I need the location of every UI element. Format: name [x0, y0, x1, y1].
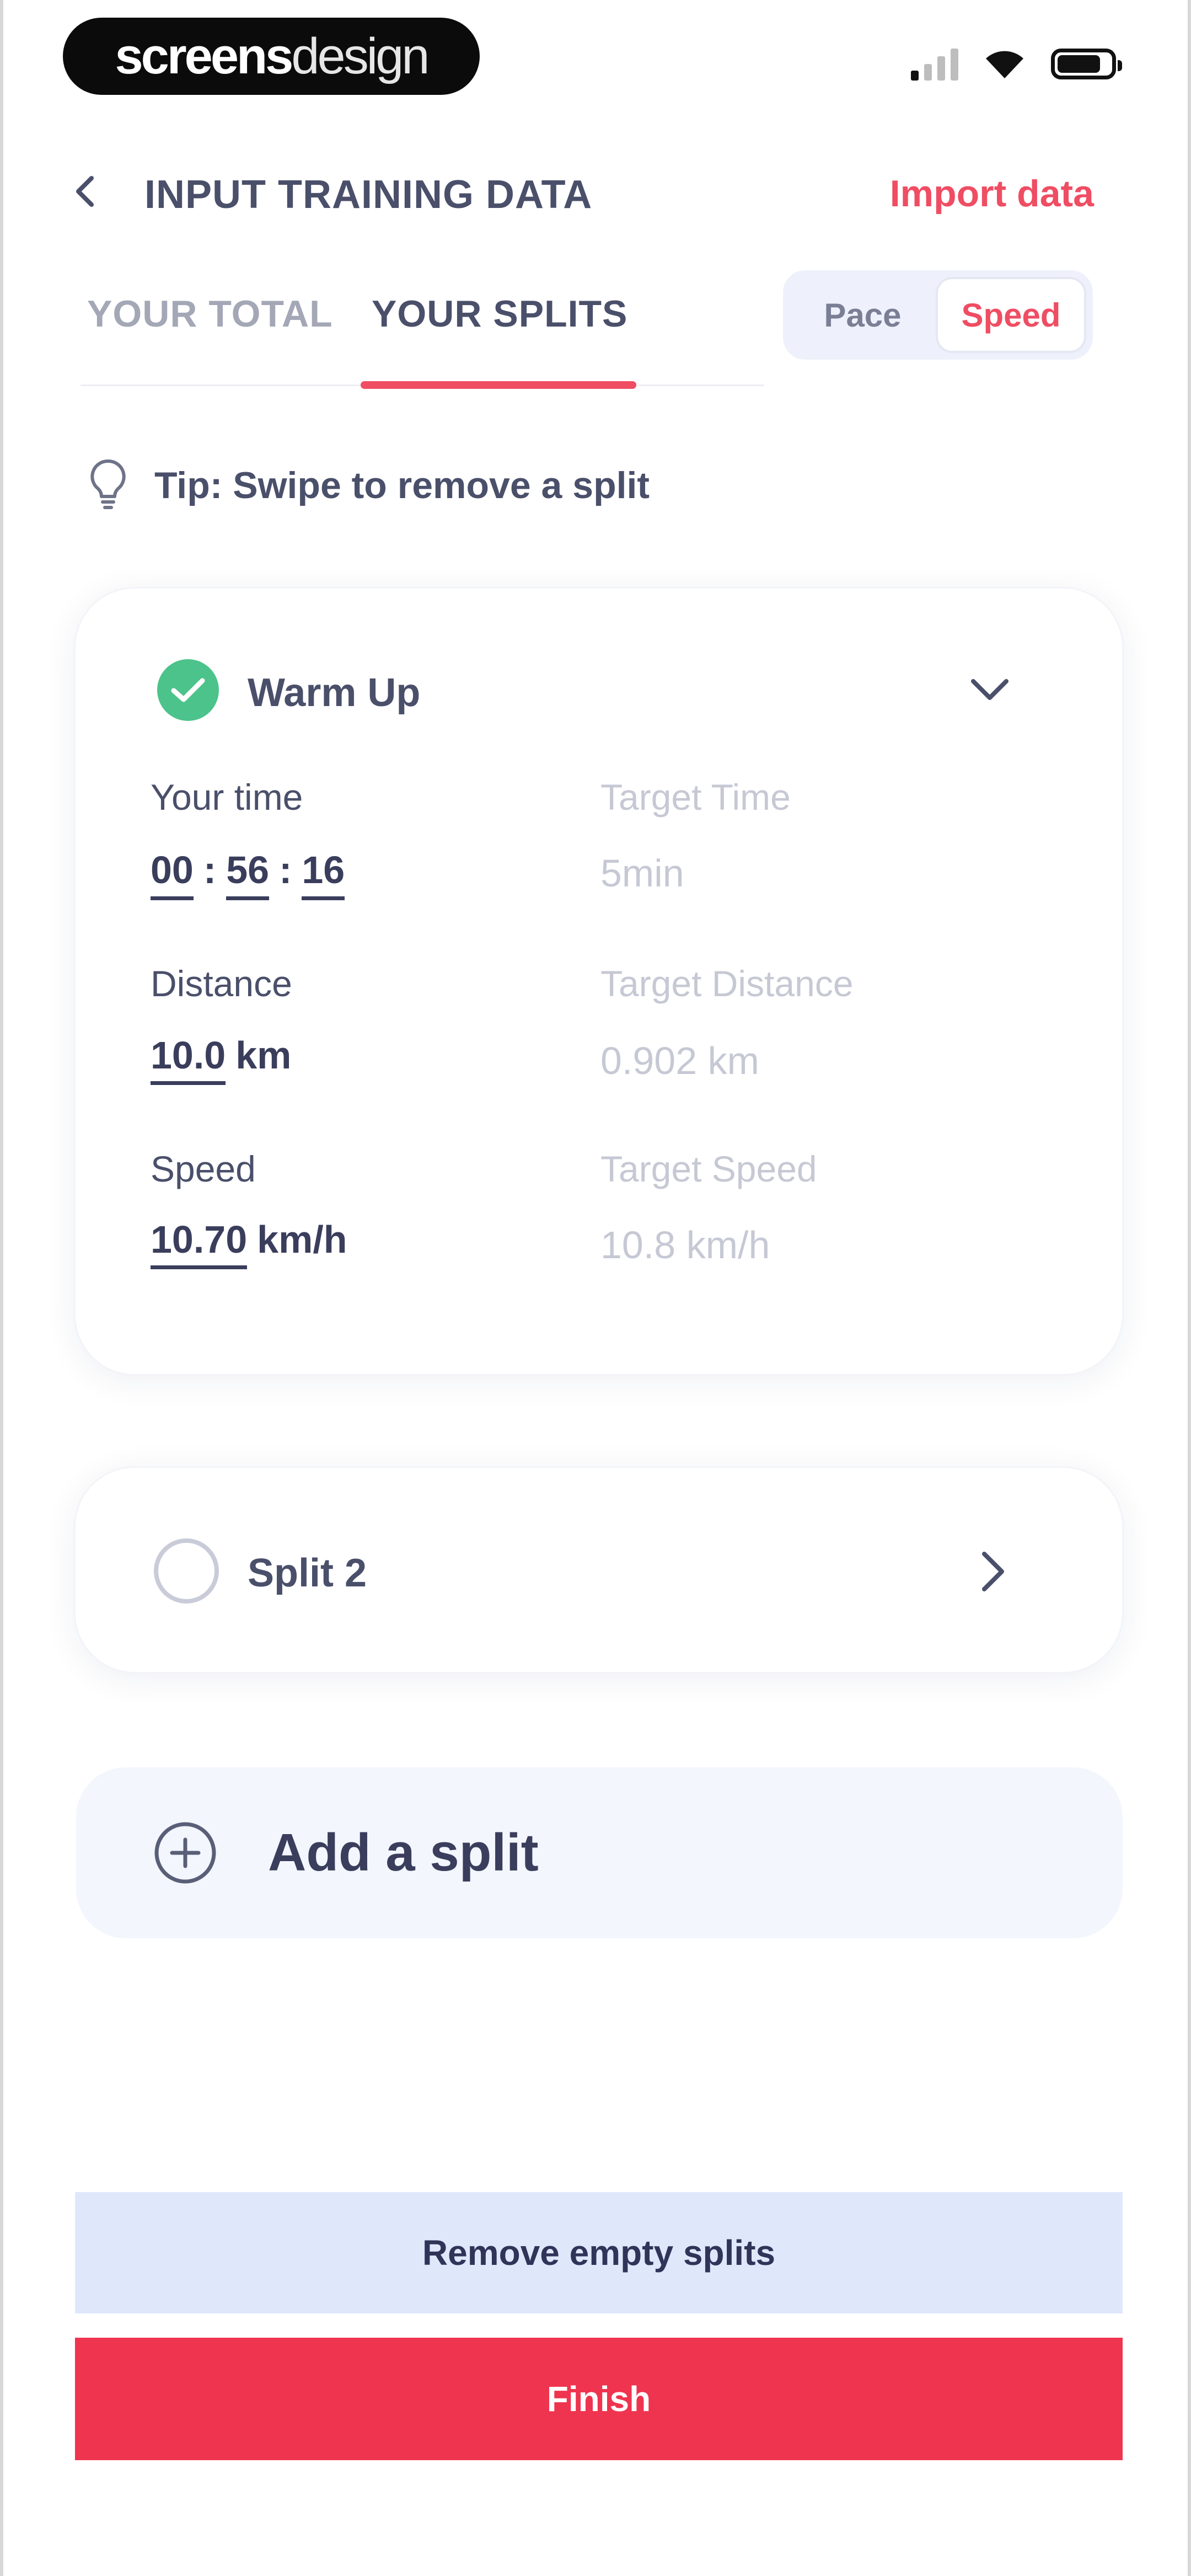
cellular-signal-icon	[911, 47, 958, 81]
plus-circle-icon	[154, 1822, 216, 1884]
time-separator: :	[279, 848, 292, 891]
brand-logo-bold: screens	[115, 28, 294, 84]
split-title: Split 2	[248, 1551, 367, 1595]
wifi-icon	[986, 51, 1023, 78]
lightbulb-icon	[90, 459, 126, 509]
add-split-button[interactable]: Add a split	[76, 1767, 1123, 1938]
add-split-label: Add a split	[268, 1823, 539, 1882]
time-seconds[interactable]: 16	[302, 848, 345, 900]
target-time-label: Target Time	[600, 777, 791, 817]
chevron-right-icon[interactable]	[977, 1548, 1010, 1595]
toggle-speed[interactable]: Speed	[936, 277, 1086, 353]
tip-row: Tip: Swipe to remove a split	[86, 458, 650, 513]
check-circle-icon	[157, 659, 219, 721]
split-card-split-2[interactable]: Split 2	[74, 1466, 1124, 1674]
target-distance-value: 0.902 km	[600, 1039, 759, 1082]
status-icons	[911, 47, 1122, 81]
brand-logo-light: design	[291, 28, 430, 84]
target-time-value: 5min	[600, 852, 684, 895]
target-speed-value: 10.8 km/h	[600, 1223, 770, 1266]
page-title: INPUT TRAINING DATA	[144, 173, 593, 217]
import-data-link[interactable]: Import data	[890, 172, 1094, 215]
empty-circle-icon	[154, 1538, 219, 1604]
tip-text: Tip: Swipe to remove a split	[154, 464, 650, 506]
finish-button[interactable]: Finish	[75, 2338, 1123, 2460]
speed-unit: km/h	[257, 1218, 347, 1261]
your-time-label: Your time	[151, 777, 303, 817]
distance-unit: km	[235, 1034, 292, 1077]
remove-empty-splits-button[interactable]: Remove empty splits	[75, 2192, 1123, 2313]
tab-bar: YOUR TOTAL YOUR SPLITS	[81, 287, 764, 389]
tab-your-splits[interactable]: YOUR SPLITS	[372, 292, 627, 335]
target-distance-label: Target Distance	[600, 963, 854, 1004]
split-title: Warm Up	[248, 671, 421, 715]
pace-speed-toggle: Pace Speed	[783, 270, 1093, 360]
battery-icon	[1051, 49, 1122, 79]
target-speed-label: Target Speed	[600, 1148, 817, 1189]
speed-value[interactable]: 10.70	[151, 1218, 248, 1269]
time-separator: :	[203, 848, 217, 891]
chevron-down-icon[interactable]	[968, 674, 1012, 707]
app-screen: screens design INPUT TRAINING DATA Import…	[0, 0, 1191, 2576]
time-input[interactable]: 00:56:16	[151, 848, 345, 900]
time-minutes[interactable]: 56	[226, 848, 270, 900]
active-tab-indicator	[361, 381, 636, 389]
chevron-left-icon[interactable]	[68, 172, 101, 211]
split-card-warm-up[interactable]: Warm Up Your time 00:56:16 Target Time 5…	[74, 587, 1124, 1376]
distance-label: Distance	[151, 963, 292, 1004]
speed-input[interactable]: 10.70 km/h	[151, 1217, 347, 1269]
toggle-pace[interactable]: Pace	[790, 277, 936, 353]
speed-label: Speed	[151, 1148, 256, 1189]
time-hours[interactable]: 00	[151, 848, 194, 900]
distance-input[interactable]: 10.0 km	[151, 1033, 292, 1085]
brand-logo: screens design	[63, 18, 480, 95]
distance-value[interactable]: 10.0	[151, 1034, 226, 1085]
tab-your-total[interactable]: YOUR TOTAL	[87, 292, 333, 335]
